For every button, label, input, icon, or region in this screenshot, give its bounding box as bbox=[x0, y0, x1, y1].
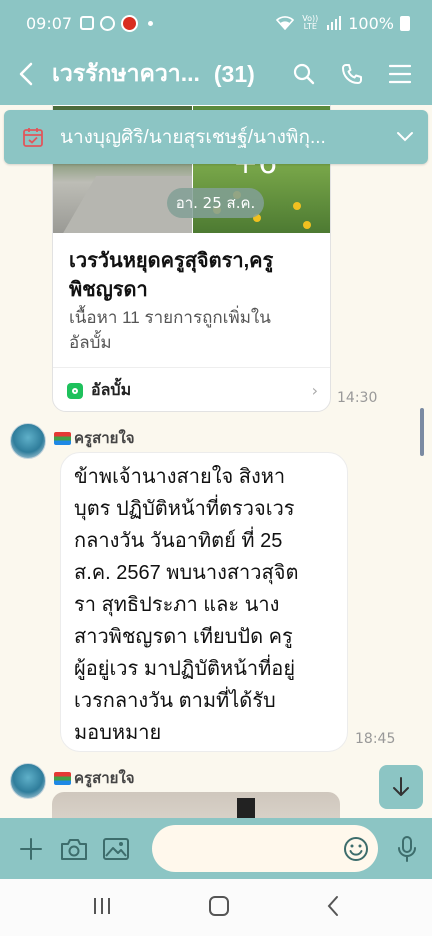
scroll-to-bottom-button[interactable] bbox=[379, 765, 423, 809]
hamburger-menu-icon bbox=[389, 64, 411, 84]
message-bubble[interactable]: ข้าพเจ้านางสายใจ สิงหา บุตร ปฏิบัติหน้าท… bbox=[60, 452, 348, 752]
message-input[interactable] bbox=[151, 825, 332, 872]
chevron-right-icon: › bbox=[311, 381, 318, 400]
sync-notification-icon bbox=[100, 15, 116, 31]
home-icon bbox=[209, 895, 229, 916]
signal-icon bbox=[327, 16, 342, 30]
camera-icon bbox=[60, 838, 87, 860]
chat-header: เวรรักษาควา... (31) bbox=[0, 46, 432, 102]
emoji-button[interactable] bbox=[343, 836, 369, 866]
more-notifications-icon bbox=[148, 20, 154, 26]
calendar-icon bbox=[23, 128, 43, 147]
pinned-announcement[interactable]: นางบุญศิริ/นายสุรเชษฐ์/นางพิกุ... bbox=[4, 110, 428, 164]
recent-apps-button[interactable] bbox=[92, 897, 112, 919]
call-button[interactable] bbox=[330, 52, 374, 96]
album-icon bbox=[67, 382, 83, 399]
message-input-bar bbox=[0, 818, 432, 879]
date-chip: อา. 25 ส.ค. bbox=[167, 188, 264, 218]
pinned-text: นางบุญศิริ/นายสุรเชษฐ์/นางพิกุ... bbox=[60, 127, 326, 148]
scrollbar-thumb[interactable] bbox=[420, 408, 424, 456]
chat-title[interactable]: เวรรักษาควา... bbox=[52, 56, 200, 92]
album-footer-label: อัลบั้ม bbox=[91, 382, 132, 399]
wifi-icon bbox=[276, 16, 295, 30]
microphone-icon bbox=[397, 835, 416, 862]
camera-button[interactable] bbox=[59, 832, 90, 866]
album-title: เวรวันหยุดครูสุจิตรา,ครู พิชญรดา bbox=[69, 250, 274, 301]
phone-icon bbox=[342, 64, 362, 84]
chevron-down-icon[interactable] bbox=[396, 128, 414, 147]
add-button[interactable] bbox=[16, 832, 47, 866]
system-navigation-bar bbox=[0, 879, 432, 936]
arrow-down-icon bbox=[393, 777, 409, 796]
app-notification-icon bbox=[121, 14, 139, 32]
image-icon bbox=[103, 837, 130, 860]
back-button[interactable] bbox=[0, 46, 52, 102]
gallery-notification-icon bbox=[80, 16, 95, 30]
battery-percent: 100% bbox=[348, 13, 394, 33]
sender-name: ครูสายใจ bbox=[54, 766, 135, 790]
books-emoji-icon bbox=[54, 771, 71, 785]
back-nav-button[interactable] bbox=[326, 895, 340, 921]
clock: 09:07 bbox=[26, 13, 73, 33]
smiley-icon bbox=[343, 837, 368, 861]
books-emoji-icon bbox=[54, 431, 71, 445]
avatar[interactable] bbox=[10, 763, 46, 799]
top-bar: 09:07 Vo)) LTE 100% เวรรักษาควา... (31) bbox=[0, 0, 432, 105]
sender-name: ครูสายใจ bbox=[54, 426, 135, 450]
avatar[interactable] bbox=[10, 423, 46, 459]
search-button[interactable] bbox=[282, 52, 326, 96]
member-count: (31) bbox=[213, 60, 255, 87]
recent-apps-icon bbox=[94, 897, 110, 914]
voice-message-button[interactable] bbox=[392, 832, 423, 866]
volte-indicator: Vo)) LTE bbox=[302, 14, 319, 31]
back-nav-icon bbox=[327, 895, 338, 916]
menu-button[interactable] bbox=[378, 52, 422, 96]
plus-icon bbox=[20, 837, 43, 860]
album-description: เนื้อหา 11 รายการถูกเพิ่มใน อัลบั้ม bbox=[69, 308, 271, 352]
search-icon bbox=[293, 63, 315, 85]
message-input-container bbox=[151, 825, 378, 872]
gallery-button[interactable] bbox=[101, 832, 132, 866]
battery-icon bbox=[400, 15, 410, 31]
album-footer[interactable]: อัลบั้ม › bbox=[53, 367, 330, 411]
chevron-left-icon bbox=[19, 62, 33, 86]
message-time: 18:45 bbox=[355, 731, 396, 747]
home-button[interactable] bbox=[208, 895, 230, 921]
message-time: 14:30 bbox=[337, 390, 378, 406]
status-bar: 09:07 Vo)) LTE 100% bbox=[0, 0, 432, 46]
